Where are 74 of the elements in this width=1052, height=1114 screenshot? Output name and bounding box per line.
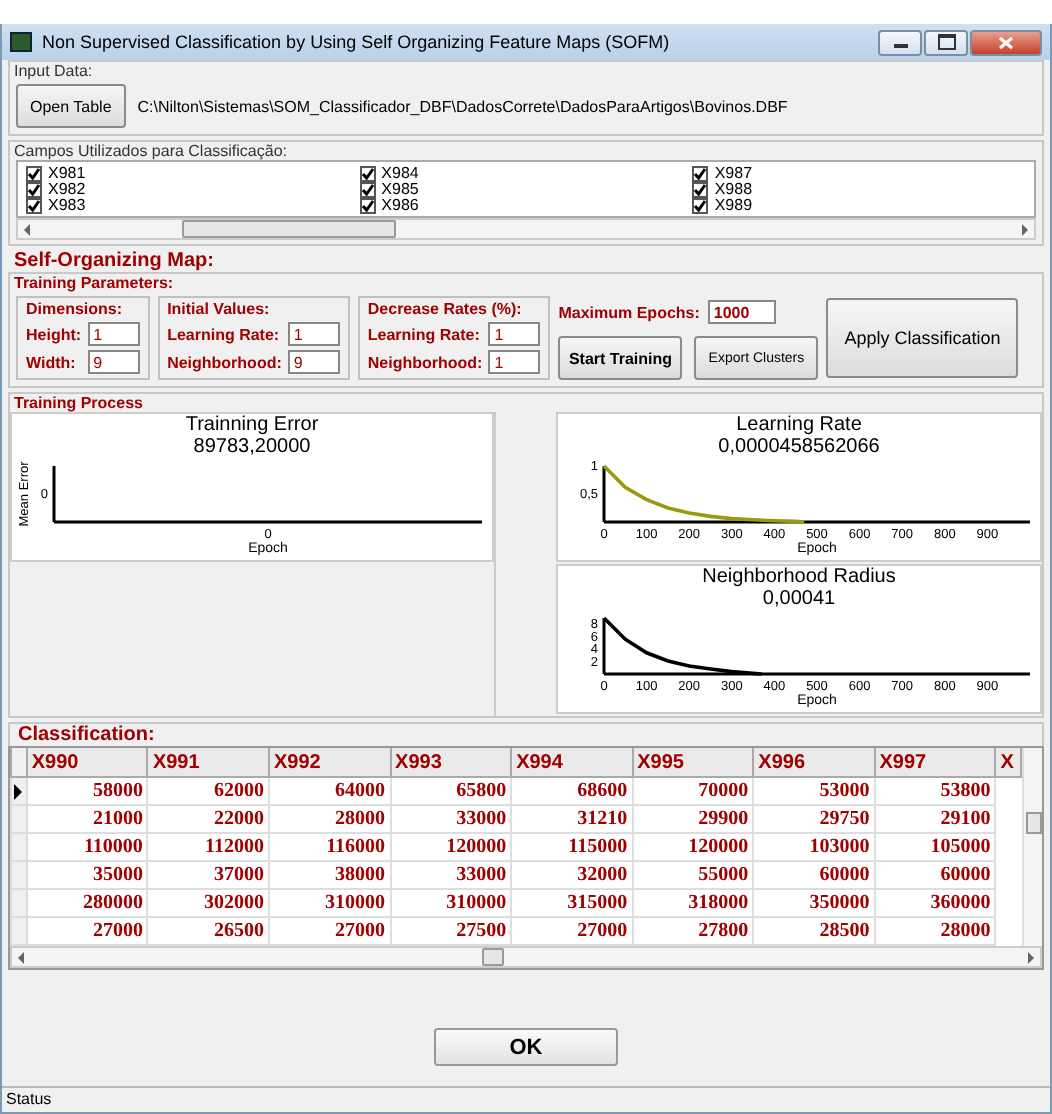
table-cell: 350000: [753, 889, 875, 917]
table-cell: 35000: [26, 861, 148, 889]
status-bar: Status: [2, 1086, 1050, 1112]
table-cell: 360000: [874, 889, 996, 917]
table-cell: 38000: [268, 861, 391, 889]
table-cell: 53800: [874, 777, 996, 805]
table-cell: 105000: [874, 833, 996, 861]
table-cell: 318000: [632, 889, 754, 917]
table-cell: 60000: [874, 861, 996, 889]
table-cell: 55000: [632, 861, 754, 889]
checkbox-label: X982: [48, 182, 86, 198]
field-label: Maximum Epochs:: [558, 303, 700, 321]
field-label: Learning Rate:: [367, 325, 480, 343]
field-label: Neighborhood:: [367, 353, 483, 371]
table-cell: 53000: [753, 777, 875, 805]
table-cell: 280000: [26, 889, 148, 917]
table-cell: 32000: [511, 861, 633, 889]
group-label: Campos Utilizados para Classificação:: [12, 142, 289, 160]
table-cell: 110000: [26, 833, 148, 861]
group-label: Initial Values:: [167, 300, 272, 318]
table-cell: 310000: [390, 889, 512, 917]
table-cell: 22000: [147, 805, 269, 833]
table-cell: 29900: [632, 805, 754, 833]
table-cell: 60000: [753, 861, 875, 889]
table-cell: 33000: [390, 805, 512, 833]
section-title: Classification:: [16, 724, 157, 746]
table-cell: 120000: [390, 833, 512, 861]
checkbox-label: X988: [714, 182, 753, 198]
group-label: Decrease Rates (%):: [367, 300, 524, 318]
field-label: Neighborhood:: [167, 353, 282, 371]
table-cell: 120000: [632, 833, 754, 861]
table-cell: 115000: [511, 833, 633, 861]
table-cell: 116000: [268, 833, 391, 861]
table-cell: 29750: [753, 805, 875, 833]
table-cell: 112000: [147, 833, 269, 861]
table-cell: 65800: [390, 777, 512, 805]
checkbox-label: X981: [48, 166, 86, 182]
field-label: Learning Rate:: [167, 325, 280, 343]
checkbox-label: X987: [714, 166, 753, 182]
file-path: C:\Nilton\Sistemas\SOM_Classificador_DBF\DadosCorrete\DadosParaArtigos\Bovinos.DBF: [137, 97, 788, 115]
table-cell: 310000: [268, 889, 391, 917]
table-cell: 37000: [147, 861, 269, 889]
table-cell: 21000: [26, 805, 148, 833]
table-cell: 68600: [511, 777, 633, 805]
window-title: Non Supervised Classification by Using Self Organizing Feature Maps (SOFM): [42, 32, 672, 52]
table-cell: 29100: [874, 805, 996, 833]
checkbox-label: X989: [714, 198, 753, 214]
chart-title: Trainning Error: [185, 414, 319, 436]
chart-reading: 0,0000458562066: [718, 436, 880, 458]
checkbox-label: X985: [381, 182, 419, 198]
chart-title: Learning Rate: [736, 414, 862, 436]
table-cell: 33000: [390, 861, 512, 889]
table-cell: 315000: [511, 889, 633, 917]
table-cell: 62000: [147, 777, 269, 805]
table-cell: 64000: [268, 777, 391, 805]
chart-reading: 0,00041: [762, 588, 836, 610]
field-label: Width:: [26, 353, 76, 371]
section-title: Self-Organizing Map:: [12, 248, 216, 272]
chart-title: Neighborhood Radius: [702, 566, 896, 588]
chart-reading: 89783,20000: [193, 436, 311, 458]
checkbox-label: X984: [381, 166, 419, 182]
group-label: Dimensions:: [26, 300, 125, 318]
table-cell: 28000: [268, 805, 391, 833]
table-cell: 103000: [753, 833, 875, 861]
checkbox-label: X983: [48, 198, 86, 214]
checkbox-label: X986: [381, 198, 419, 214]
group-label: Input Data:: [12, 62, 95, 80]
table-cell: 302000: [147, 889, 269, 917]
table-cell: 70000: [632, 777, 754, 805]
group-label: Training Process: [12, 394, 145, 412]
table-cell: 31210: [511, 805, 633, 833]
field-label: Height:: [26, 325, 82, 343]
table-cell: 58000: [26, 777, 148, 805]
group-label: Training Parameters:: [12, 274, 176, 292]
